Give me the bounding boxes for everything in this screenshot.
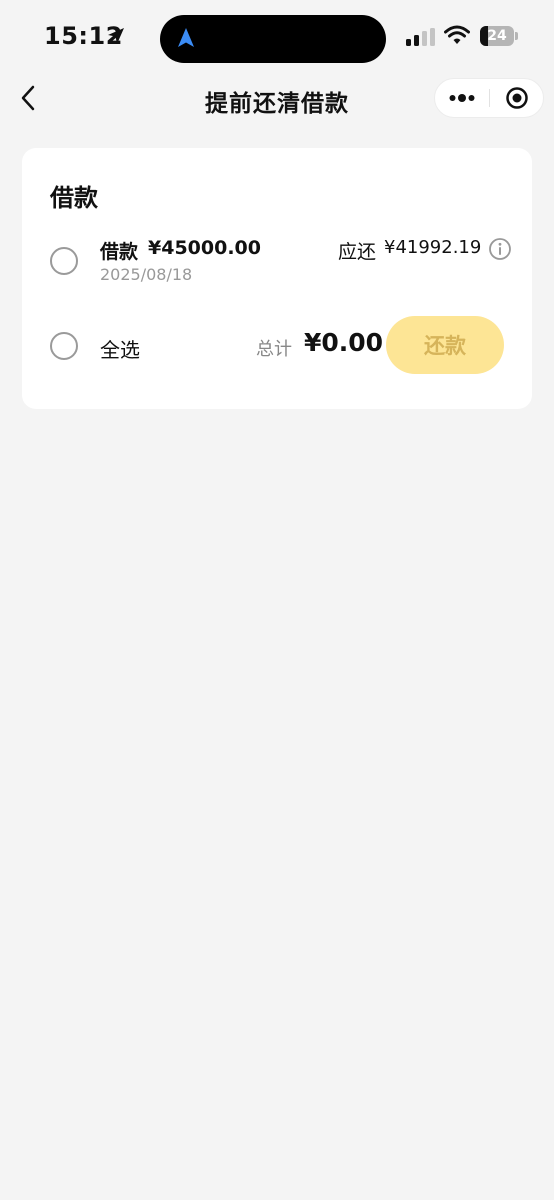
navigation-arrow-icon: [108, 28, 124, 44]
more-dots-icon: [449, 94, 475, 102]
loan-select-radio[interactable]: [50, 247, 78, 275]
more-button[interactable]: [435, 79, 489, 117]
close-target-icon: [506, 87, 528, 109]
loan-name: 借款: [100, 241, 139, 263]
info-icon[interactable]: [488, 237, 512, 261]
battery-level: 24: [487, 28, 507, 44]
select-all-label: 全选: [100, 338, 140, 362]
nav-bar: 提前还清借款: [0, 72, 554, 124]
close-button[interactable]: [490, 79, 544, 117]
page: 15:12 24 提前还清借款 借款 借款 ¥45000.00 2025/08/…: [0, 0, 554, 1200]
battery-cap: [515, 32, 518, 40]
cellular-signal-icon: [406, 28, 435, 46]
card-title: 借款: [50, 184, 98, 212]
loan-date: 2025/08/18: [100, 265, 193, 284]
dynamic-island: [160, 15, 386, 63]
status-bar: 15:12 24: [0, 0, 554, 72]
mini-program-capsule: [434, 78, 544, 118]
repay-button[interactable]: 还款: [386, 316, 504, 374]
total-amount: ¥0.00: [304, 328, 384, 357]
island-navigation-icon: [178, 28, 194, 47]
wifi-icon: [444, 25, 470, 44]
due-label: 应还: [338, 241, 377, 263]
loan-card: 借款 借款 ¥45000.00 2025/08/18 应还 ¥41992.19 …: [22, 148, 532, 409]
battery-icon: 24: [480, 26, 514, 46]
select-all-radio[interactable]: [50, 332, 78, 360]
due-amount: ¥41992.19: [384, 237, 482, 258]
total-label: 总计: [256, 339, 292, 360]
loan-amount: ¥45000.00: [148, 237, 261, 259]
